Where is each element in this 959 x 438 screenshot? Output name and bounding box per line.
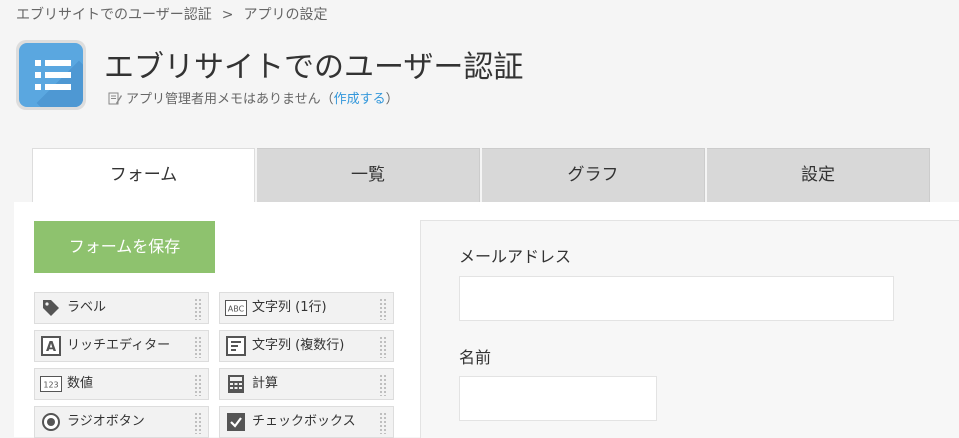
field-label-name: 名前 bbox=[459, 348, 492, 367]
palette-item-text: ラジオボタン bbox=[67, 414, 145, 429]
svg-text:ABC: ABC bbox=[228, 305, 245, 314]
palette-item-text: 計算 bbox=[252, 376, 279, 391]
tab-bar: 一覧 グラフ 設定 フォーム bbox=[32, 148, 932, 203]
save-form-button[interactable]: フォームを保存 bbox=[34, 221, 215, 273]
palette-item-number[interactable]: 123 数値 bbox=[34, 368, 209, 400]
breadcrumb-separator: > bbox=[221, 7, 234, 23]
memo-edit-icon bbox=[108, 92, 122, 105]
rich-editor-icon: A bbox=[40, 336, 62, 356]
palette-item-rich-editor[interactable]: A リッチエディター bbox=[34, 330, 209, 362]
drag-handle-icon bbox=[379, 298, 387, 320]
memo-text: アプリ管理者用メモはありません（ bbox=[126, 92, 334, 107]
tag-icon bbox=[40, 298, 62, 318]
memo-close: ） bbox=[385, 92, 399, 107]
drag-handle-icon bbox=[379, 412, 387, 434]
tab-settings[interactable]: 設定 bbox=[707, 148, 930, 202]
drag-handle-icon bbox=[194, 298, 202, 320]
drag-handle-icon bbox=[194, 374, 202, 396]
drag-handle-icon bbox=[379, 336, 387, 358]
drag-handle-icon bbox=[194, 336, 202, 358]
palette-item-calculation[interactable]: 計算 bbox=[219, 368, 394, 400]
breadcrumb-current: アプリの設定 bbox=[243, 7, 328, 23]
number-icon: 123 bbox=[40, 374, 62, 394]
name-field[interactable] bbox=[459, 376, 657, 421]
app-memo: アプリ管理者用メモはありません（作成する） bbox=[108, 88, 399, 107]
drag-handle-icon bbox=[379, 374, 387, 396]
palette-item-text: チェックボックス bbox=[252, 414, 356, 429]
svg-text:A: A bbox=[46, 340, 56, 355]
palette-item-checkbox[interactable]: チェックボックス bbox=[219, 406, 394, 438]
palette-item-text: リッチエディター bbox=[67, 338, 171, 353]
list-icon bbox=[19, 43, 83, 107]
field-label-email: メールアドレス bbox=[459, 247, 572, 266]
memo-create-link[interactable]: 作成する bbox=[334, 92, 386, 107]
tab-graph[interactable]: グラフ bbox=[482, 148, 705, 202]
palette-item-label[interactable]: ラベル bbox=[34, 292, 209, 324]
abc-icon: ABC bbox=[225, 298, 247, 318]
palette-item-text: 数値 bbox=[67, 376, 94, 391]
breadcrumb-app-link[interactable]: エブリサイトでのユーザー認証 bbox=[16, 4, 212, 24]
palette-item-radio-button[interactable]: ラジオボタン bbox=[34, 406, 209, 438]
tab-list[interactable]: 一覧 bbox=[257, 148, 480, 202]
palette-item-text: 文字列 (1行) bbox=[252, 300, 327, 315]
multiline-icon bbox=[225, 336, 247, 356]
page-title: エブリサイトでのユーザー認証 bbox=[104, 50, 524, 85]
palette-item-text: 文字列 (複数行) bbox=[252, 338, 345, 353]
calculator-icon bbox=[225, 374, 247, 394]
drag-handle-icon bbox=[194, 412, 202, 434]
palette-item-multi-line-text[interactable]: 文字列 (複数行) bbox=[219, 330, 394, 362]
app-icon bbox=[16, 40, 86, 110]
palette-item-single-line-text[interactable]: ABC 文字列 (1行) bbox=[219, 292, 394, 324]
checkbox-icon bbox=[225, 412, 247, 432]
breadcrumb: エブリサイトでのユーザー認証 > アプリの設定 bbox=[16, 4, 327, 24]
tab-form[interactable]: フォーム bbox=[32, 148, 255, 203]
palette-item-text: ラベル bbox=[67, 300, 107, 315]
email-field[interactable] bbox=[459, 276, 894, 321]
svg-text:123: 123 bbox=[43, 381, 58, 390]
radio-icon bbox=[40, 412, 62, 432]
